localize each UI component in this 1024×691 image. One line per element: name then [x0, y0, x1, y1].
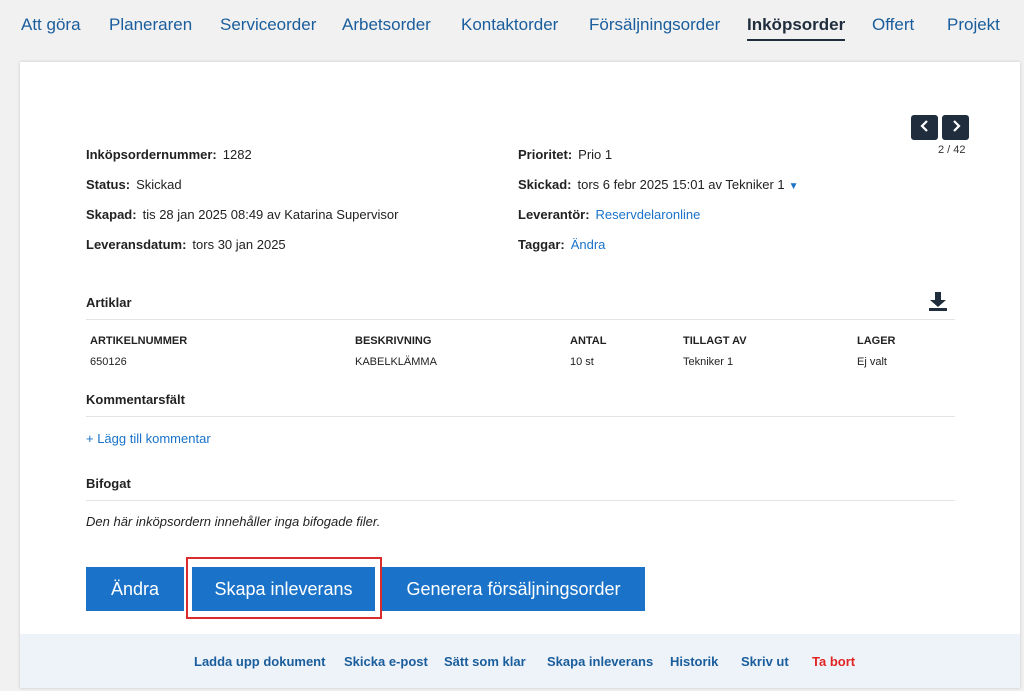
delivery-date-label: Leveransdatum: — [86, 237, 187, 252]
supplier-label: Leverantör: — [518, 207, 590, 222]
created-label: Skapad: — [86, 207, 137, 222]
nav-serviceorder[interactable]: Serviceorder — [220, 15, 316, 35]
col-quantity: ANTAL — [570, 335, 607, 347]
order-number-label: Inköpsordernummer: — [86, 147, 217, 162]
sent-label: Skickad: — [518, 177, 572, 192]
priority-field: Prioritet: Prio 1 — [518, 147, 612, 162]
pager-count: 2 / 42 — [938, 144, 966, 156]
previous-order-button[interactable] — [911, 115, 938, 140]
article-added-by: Tekniker 1 — [683, 356, 734, 368]
created-value: tis 28 jan 2025 08:49 av Katarina Superv… — [142, 207, 399, 222]
edit-tags-link[interactable]: Ändra — [571, 237, 606, 252]
next-order-button[interactable] — [942, 115, 969, 140]
sent-value: tors 6 febr 2025 15:01 av Tekniker 1 — [577, 177, 785, 192]
nav-kontaktorder[interactable]: Kontaktorder — [461, 15, 558, 35]
col-article-number: ARTIKELNUMMER — [90, 335, 188, 347]
tags-label: Taggar: — [518, 237, 565, 252]
order-number-value: 1282 — [222, 147, 252, 162]
generate-sales-order-button[interactable]: Generera försäljningsorder — [382, 567, 645, 611]
nav-att-gora[interactable]: Att göra — [21, 15, 81, 35]
upload-document-link[interactable]: Ladda upp dokument — [194, 654, 325, 669]
article-description: KABELKLÄMMA — [355, 356, 437, 368]
priority-label: Prioritet: — [518, 147, 573, 162]
articles-title: Artiklar — [86, 295, 132, 310]
attachments-divider — [86, 500, 955, 501]
col-added-by: TILLAGT AV — [683, 335, 747, 347]
history-link[interactable]: Historik — [670, 654, 718, 669]
chevron-right-icon — [951, 120, 961, 135]
download-icon[interactable] — [927, 291, 949, 313]
attachments-title: Bifogat — [86, 476, 131, 491]
edit-button[interactable]: Ändra — [86, 567, 184, 611]
sent-field: Skickad: tors 6 febr 2025 15:01 av Teknik… — [518, 177, 799, 192]
nav-projekt[interactable]: Projekt — [947, 15, 1000, 35]
highlight-box — [186, 557, 382, 619]
comments-divider — [86, 416, 955, 417]
delivery-date-value: tors 30 jan 2025 — [192, 237, 286, 252]
delivery-date-field: Leveransdatum: tors 30 jan 2025 — [86, 237, 286, 252]
add-comment-link[interactable]: + Lägg till kommentar — [86, 431, 211, 446]
comments-title: Kommentarsfält — [86, 392, 185, 407]
status-label: Status: — [86, 177, 131, 192]
article-stock: Ej valt — [857, 356, 887, 368]
tags-field: Taggar: Ändra — [518, 237, 605, 252]
delete-link[interactable]: Ta bort — [812, 654, 855, 669]
col-stock: LAGER — [857, 335, 896, 347]
print-link[interactable]: Skriv ut — [741, 654, 789, 669]
nav-offert[interactable]: Offert — [872, 15, 914, 35]
send-email-link[interactable]: Skicka e-post — [344, 654, 428, 669]
articles-divider — [86, 319, 955, 320]
footer-actions: Ladda upp dokument Skicka e-post Sätt so… — [20, 634, 1020, 688]
status-value: Skickad — [136, 177, 182, 192]
purchase-order-card: 2 / 42 Inköpsordernummer: 1282 Status: Ski… — [20, 62, 1020, 688]
create-delivery-link[interactable]: Skapa inleverans — [547, 654, 653, 669]
nav-planeraren[interactable]: Planeraren — [109, 15, 192, 35]
nav-arbetsorder[interactable]: Arbetsorder — [342, 15, 431, 35]
caret-down-icon[interactable]: ▼ — [789, 181, 799, 192]
no-attachments-text: Den här inköpsordern innehåller inga bif… — [86, 514, 381, 529]
col-description: BESKRIVNING — [355, 335, 432, 347]
article-quantity: 10 st — [570, 356, 594, 368]
chevron-left-icon — [919, 120, 930, 135]
order-number-field: Inköpsordernummer: 1282 — [86, 147, 252, 162]
top-navigation: Att göra Planeraren Serviceorder Arbetso… — [0, 0, 1024, 50]
supplier-link[interactable]: Reservdelaronline — [596, 207, 701, 222]
priority-value: Prio 1 — [578, 147, 613, 162]
supplier-field: Leverantör: Reservdelaronline — [518, 207, 700, 222]
article-number-link[interactable]: 650126 — [90, 356, 127, 368]
nav-forsaljningsorder[interactable]: Försäljningsorder — [589, 15, 720, 35]
mark-done-link[interactable]: Sätt som klar — [444, 654, 526, 669]
created-field: Skapad: tis 28 jan 2025 08:49 av Katarina… — [86, 207, 398, 222]
status-field: Status: Skickad — [86, 177, 182, 192]
nav-inkopsorder[interactable]: Inköpsorder — [747, 15, 846, 41]
